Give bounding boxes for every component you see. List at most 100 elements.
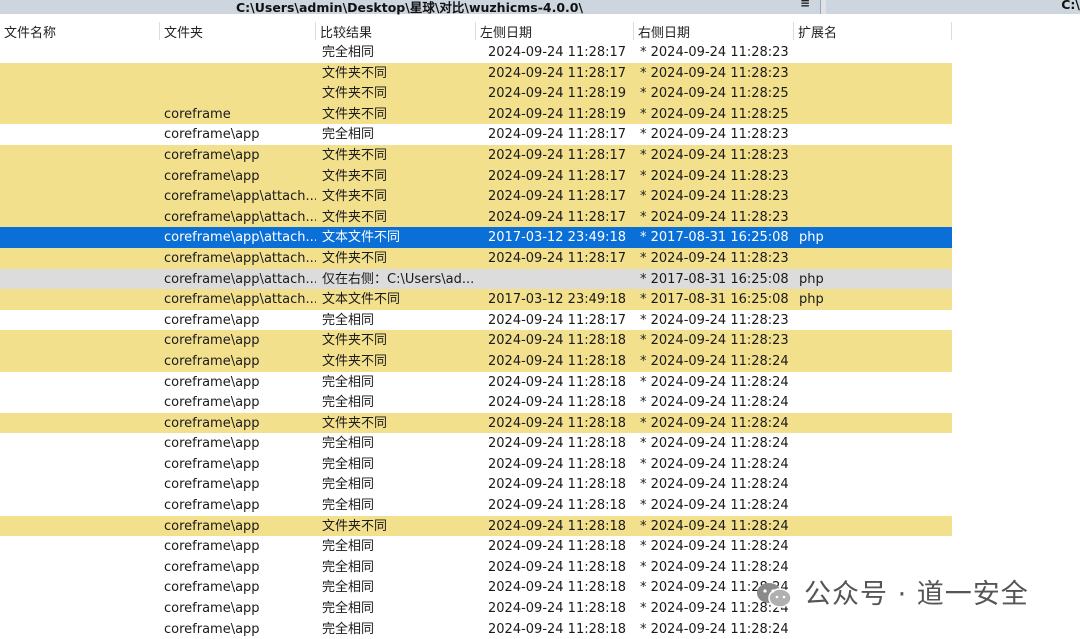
cell-left-date: 2024-09-24 11:28:18 [488,601,627,617]
table-row[interactable]: ›bin完全相同2024-09-24 11:28:17* 2024-09-24 … [0,42,952,63]
right-path-panel[interactable]: C:\ [826,0,1080,14]
table-row[interactable]: ›couponcoreframe\app完全相同2024-09-24 11:28… [0,372,952,393]
column-header-result[interactable]: 比较结果 [316,22,476,41]
cell-result: 文本文件不同 [322,292,401,308]
table-row[interactable]: ⌄admincoreframe\app\attach...文件夹不同2024-0… [0,186,952,207]
column-header-right-date[interactable]: 右侧日期 [634,22,794,41]
cell-left-date: 2024-09-24 11:28:18 [488,436,627,452]
cell-left-date: 2024-09-24 11:28:18 [488,498,627,514]
cell-left-date: 2024-09-24 11:28:17 [488,127,627,143]
column-header-left-date[interactable]: 左侧日期 [476,22,634,41]
cell-result: 完全相同 [322,498,375,514]
table-row[interactable]: ›membercoreframe\app文件夹不同2024-09-24 11:2… [0,515,952,537]
table-row[interactable]: ›mobilecoreframe\app完全相同2024-09-24 11:28… [0,557,952,578]
table-row[interactable]: ›linkcoreframe\app完全相同2024-09-24 11:28:1… [0,474,952,495]
table-row[interactable]: ›appupdatecoreframe\app文件夹不同2024-09-24 1… [0,144,952,166]
table-row[interactable]: ›libscoreframe\app\attach...文件夹不同2024-09… [0,247,952,269]
cell-right-date: * 2024-09-24 11:28:23 [640,209,789,225]
cell-result: 文件夹不同 [322,65,388,81]
table-row[interactable]: ›collectcoreframe\app完全相同2024-09-24 11:2… [0,310,952,331]
cell-result: 完全相同 [322,456,375,472]
cell-folder: coreframe\app [164,147,260,163]
table-row[interactable]: imagecut.p...coreframe\app\attach...仅在右侧… [0,268,952,290]
cell-folder: coreframe\app [164,415,260,431]
cell-right-date: * 2024-09-24 11:28:23 [640,65,789,81]
cell-left-date: 2024-09-24 11:28:18 [488,456,627,472]
cell-result: 文件夹不同 [322,209,388,225]
cell-left-date: 2024-09-24 11:28:18 [488,621,627,637]
column-header-extension[interactable]: 扩展名 [794,22,952,41]
cell-folder: coreframe\app [164,312,260,328]
cell-left-date: 2024-09-24 11:28:17 [488,250,627,266]
cell-result: 文件夹不同 [322,189,388,205]
cell-right-date: * 2024-09-24 11:28:24 [640,621,789,637]
table-row[interactable]: index.phpcoreframe\app\attach...文本文件不同20… [0,227,952,248]
column-header-folder[interactable]: 文件夹 [160,22,316,41]
cell-result: 文件夹不同 [322,333,388,349]
cell-left-date: 2024-09-24 11:28:17 [488,312,627,328]
table-row[interactable]: ›templatecoreframe\app\attach...文件夹不同202… [0,206,952,228]
cell-folder: coreframe\app [164,374,260,390]
cell-left-date: 2024-09-24 11:28:18 [488,353,627,369]
cell-left-date: 2024-09-24 11:28:18 [488,539,627,555]
menu-icon[interactable]: ≡ [800,0,810,10]
cell-folder: coreframe\app\attach... [164,250,316,266]
cell-result: 仅在右侧：C:\Users\ad... [322,271,475,287]
cell-folder: coreframe\app [164,539,260,555]
cell-left-date: 2024-09-24 11:28:17 [488,209,627,225]
column-header-name[interactable]: 文件名称 [0,22,160,41]
cell-result: 完全相同 [322,374,375,390]
cell-left-date: 2024-09-24 11:28:18 [488,477,627,493]
cell-folder: coreframe\app [164,601,260,617]
table-row[interactable]: ⌄attachmentcoreframe\app文件夹不同2024-09-24 … [0,165,952,187]
table-row[interactable]: index.phpcoreframe\app\attach...文本文件不同20… [0,289,952,310]
cell-result: 完全相同 [322,580,375,596]
cell-folder: coreframe\app [164,395,260,411]
cell-folder: coreframe\app [164,477,260,493]
table-row[interactable]: ›linkagecoreframe\app完全相同2024-09-24 11:2… [0,495,952,516]
cell-extension: php [799,271,824,287]
table-row[interactable]: ⌄appcoreframe文件夹不同2024-09-24 11:28:19* 2… [0,103,952,125]
watermark-text: 公众号 · 道一安全 [804,579,1029,610]
cell-folder: coreframe\app\attach... [164,292,316,308]
cell-result: 文件夹不同 [322,106,388,122]
cell-left-date: 2024-09-24 11:28:18 [488,580,627,596]
cell-right-date: * 2024-09-24 11:28:24 [640,374,789,390]
cell-left-date: 2024-09-24 11:28:18 [488,395,627,411]
table-row[interactable]: ⌄coreframe文件夹不同2024-09-24 11:28:19* 2024… [0,83,952,104]
cell-right-date: * 2024-09-24 11:28:25 [640,86,789,102]
cell-right-date: * 2024-09-24 11:28:24 [640,395,789,411]
cell-result: 完全相同 [322,621,375,637]
cell-right-date: * 2017-08-31 16:25:08 [640,230,789,246]
cell-result: 完全相同 [322,559,375,575]
cell-right-date: * 2024-09-24 11:28:24 [640,498,789,514]
table-row[interactable]: ›corecoreframe\app文件夹不同2024-09-24 11:28:… [0,350,952,372]
table-row[interactable]: ›guestbookcoreframe\app完全相同2024-09-24 11… [0,454,952,475]
comparison-table: ›bin完全相同2024-09-24 11:28:17* 2024-09-24 … [0,42,1080,639]
table-row[interactable]: ›affichecoreframe\app完全相同2024-09-24 11:2… [0,124,952,145]
cell-folder: coreframe [164,106,231,122]
cell-folder: coreframe\app [164,168,260,184]
cell-folder: coreframe\app [164,333,260,349]
cell-folder: coreframe\app [164,580,260,596]
table-row[interactable]: ›promotecoreframe\app完全相同2024-09-24 11:2… [0,619,952,639]
table-row[interactable]: ›messagecoreframe\app完全相同2024-09-24 11:2… [0,536,952,557]
cell-right-date: * 2024-09-24 11:28:23 [640,45,789,60]
table-row[interactable]: ›contentcoreframe\app文件夹不同2024-09-24 11:… [0,330,952,351]
cell-folder: coreframe\app [164,559,260,575]
cell-result: 完全相同 [322,312,375,328]
cell-result: 完全相同 [322,127,375,143]
cell-left-date: 2024-09-24 11:28:18 [488,374,627,390]
cell-right-date: * 2024-09-24 11:28:24 [640,456,789,472]
cell-right-date: * 2024-09-24 11:28:23 [640,333,789,349]
table-row[interactable]: ›creditcoreframe\app完全相同2024-09-24 11:28… [0,392,952,413]
cell-result: 文件夹不同 [322,250,388,266]
cell-right-date: * 2024-09-24 11:28:24 [640,415,789,431]
table-row[interactable]: ›caches文件夹不同2024-09-24 11:28:17* 2024-09… [0,62,952,84]
table-row[interactable]: ›feedbackcoreframe\app完全相同2024-09-24 11:… [0,433,952,454]
cell-result: 完全相同 [322,601,375,617]
cell-left-date: 2024-09-24 11:28:18 [488,559,627,575]
cell-result: 文件夹不同 [322,147,388,163]
table-row[interactable]: ›databasecoreframe\app文件夹不同2024-09-24 11… [0,412,952,434]
left-path-panel[interactable]: C:\Users\admin\Desktop\星球\对比\wuzhicms-4.… [0,0,821,15]
